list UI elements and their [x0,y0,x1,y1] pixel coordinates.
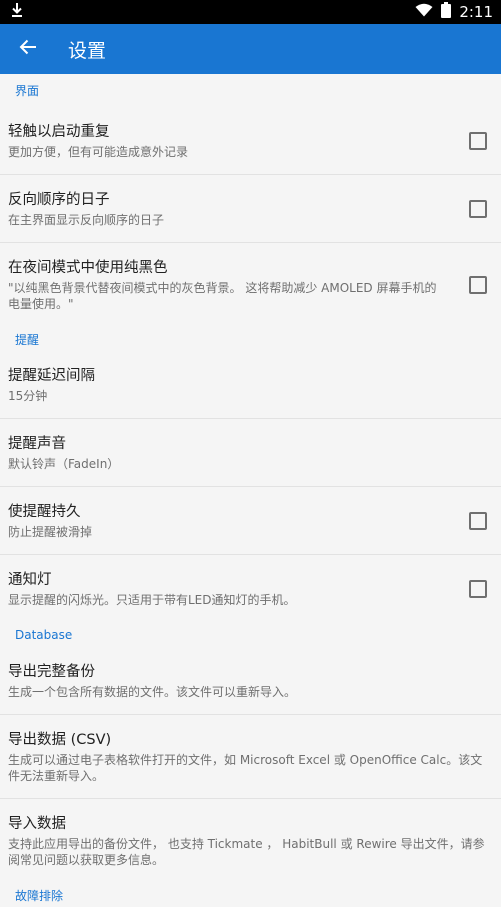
pref-summary: 生成可以通过电子表格软件打开的文件，如 Microsoft Excel 或 Op… [8,752,483,783]
arrow-left-icon [19,38,37,60]
pref-snooze-interval[interactable]: 提醒延迟间隔 15分钟 [0,351,501,419]
section-header-reminders: 提醒 [15,332,40,347]
pref-summary: 支持此应用导出的备份文件， 也支持 Tickmate ， HabitBull 或… [8,837,485,867]
section-header-database: Database [15,628,73,642]
back-button[interactable] [16,37,40,61]
checkbox[interactable] [469,276,487,294]
pref-reminder-sound[interactable]: 提醒声音 默认铃声（FadeIn） [0,419,501,487]
pref-summary: 在主界面显示反向顺序的日子 [8,212,165,227]
pref-summary: "以纯黑色背景代替夜间模式中的灰色背景。 这将帮助减少 AMOLED 屏幕手机的… [8,281,437,311]
checkbox[interactable] [469,131,487,150]
pref-title: 导出完整备份 [8,663,95,680]
download-icon [10,2,24,22]
pref-export-csv[interactable]: 导出数据 (CSV) 生成可以通过电子表格软件打开的文件，如 Microsoft… [0,715,501,799]
battery-icon [441,2,452,22]
pref-summary: 15分钟 [8,388,48,403]
pref-title: 使提醒持久 [8,503,81,520]
pref-summary: 防止提醒被滑掉 [8,524,93,539]
pref-title: 提醒延迟间隔 [8,367,95,384]
pref-tap-to-repeat[interactable]: 轻触以启动重复 更加方便，但有可能造成意外记录 [0,107,501,175]
pref-title: 在夜间模式中使用纯黑色 [8,260,168,276]
pref-title: 导入数据 [8,816,66,832]
pref-title: 反向顺序的日子 [8,191,110,208]
pref-summary: 显示提醒的闪烁光。只适用于带有LED通知灯的手机。 [8,593,296,607]
pref-summary: 更加方便，但有可能造成意外记录 [8,144,189,159]
section-header-interface: 界面 [15,84,40,98]
pref-reverse-days[interactable]: 反向顺序的日子 在主界面显示反向顺序的日子 [0,175,501,243]
pref-title: 提醒声音 [8,435,66,452]
pref-export-backup[interactable]: 导出完整备份 生成一个包含所有数据的文件。该文件可以重新导入。 [0,647,501,715]
checkbox[interactable] [469,199,487,218]
app-bar: 设置 [0,24,501,74]
checkbox[interactable] [469,511,487,530]
pref-import-data[interactable]: 导入数据 支持此应用导出的备份文件， 也支持 Tickmate ， HabitB… [0,799,501,883]
checkbox[interactable] [469,580,487,598]
section-header-troubleshooting: 故障排除 [15,888,64,903]
pref-title: 导出数据 (CSV) [8,731,112,748]
pref-pure-black[interactable]: 在夜间模式中使用纯黑色 "以纯黑色背景代替夜间模式中的灰色背景。 这将帮助减少 … [0,243,501,327]
pref-sticky-notifications[interactable]: 使提醒持久 防止提醒被滑掉 [0,487,501,555]
pref-summary: 默认铃声（FadeIn） [8,456,120,471]
settings-list[interactable]: 界面 轻触以启动重复 更加方便，但有可能造成意外记录 反向顺序的日子 在主界面显… [0,74,501,907]
pref-summary: 生成一个包含所有数据的文件。该文件可以重新导入。 [8,684,297,699]
status-time: 2:11 [459,3,493,21]
pref-led-notifications[interactable]: 通知灯 显示提醒的闪烁光。只适用于带有LED通知灯的手机。 [0,555,501,623]
page-title: 设置 [68,39,107,62]
pref-title: 通知灯 [8,572,52,588]
pref-title: 轻触以启动重复 [8,123,110,140]
status-bar: 2:11 [0,0,501,24]
wifi-icon [415,3,433,21]
